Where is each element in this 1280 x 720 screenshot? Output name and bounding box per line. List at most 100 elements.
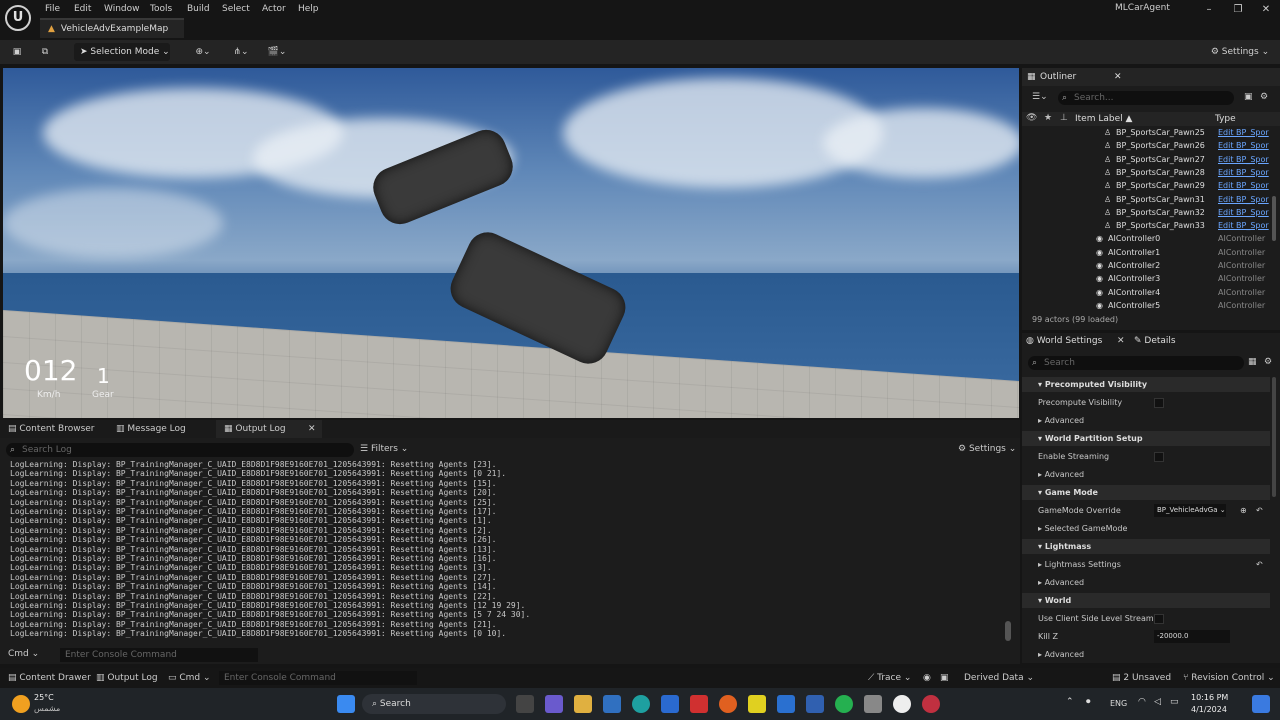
clock-time[interactable]: 10:16 PM [1191,693,1228,702]
item-type-link[interactable]: Edit BP_Spor [1218,166,1269,179]
browse-icon[interactable]: ⊕ [1240,503,1247,518]
record-icon[interactable]: ◉ [923,668,931,688]
kill-z-input[interactable]: -20000.0 [1154,630,1230,643]
battery-icon[interactable]: ▭ [1170,697,1179,707]
unreal-logo-icon[interactable]: U [5,5,31,31]
menu-actor[interactable]: Actor [262,2,286,16]
list-item[interactable]: ◉ AIController1 AIController [1022,246,1280,259]
details-search-input[interactable]: ⌕ Search [1028,356,1244,370]
star-icon[interactable]: ★ [1044,113,1052,123]
gear-icon[interactable]: ⚙ [1260,92,1268,102]
row-advanced[interactable]: ▸ Advanced [1022,467,1270,482]
status-cmd-dropdown[interactable]: ▭ Cmd ⌄ [168,668,211,688]
task-view-icon[interactable] [516,695,534,713]
language-indicator[interactable]: ENG [1110,699,1127,708]
log-scrollbar[interactable] [1005,621,1011,641]
windows-start-icon[interactable] [337,695,355,713]
row-lightmass-settings[interactable]: ▸ Lightmass Settings ↶ [1022,557,1270,572]
volume-icon[interactable]: ◁ [1154,697,1161,707]
client-streaming-checkbox[interactable] [1154,614,1164,624]
row-advanced[interactable]: ▸ Advanced [1022,575,1270,590]
file-explorer-icon[interactable] [574,695,592,713]
whatsapp-icon[interactable] [835,695,853,713]
tab-level-map[interactable]: ▲ VehicleAdvExampleMap [40,18,184,38]
list-item[interactable]: ♙ BP_SportsCar_Pawn32 Edit BP_Spor [1022,206,1280,219]
item-type-link[interactable]: Edit BP_Spor [1218,153,1269,166]
menu-help[interactable]: Help [298,2,319,16]
wifi-icon[interactable]: ◠ [1138,697,1146,707]
outliner-search-input[interactable]: ⌕ Search... [1058,91,1234,105]
unreal-taskbar-icon[interactable] [893,695,911,713]
console-command-input[interactable]: Enter Console Command [60,648,258,662]
maximize-icon[interactable]: ❐ [1227,1,1249,19]
clock-date[interactable]: 4/1/2024 [1191,705,1227,714]
calculator-icon[interactable] [864,695,882,713]
col-item-label[interactable]: Item Label ▲ [1075,114,1132,124]
tab-content-browser[interactable]: ▤ Content Browser [0,420,105,438]
pin-icon[interactable]: ⊥ [1060,113,1068,123]
menu-file[interactable]: File [45,2,60,16]
gear-icon[interactable]: ⚙ [1264,357,1272,367]
row-advanced[interactable]: ▸ Advanced [1022,647,1270,662]
list-item[interactable]: ◉ AIController5 AIController [1022,299,1280,310]
list-item[interactable]: ◉ AIController4 AIController [1022,286,1280,299]
list-item[interactable]: ◉ AIController3 AIController [1022,272,1280,285]
microphone-icon[interactable]: ⏺ [1086,697,1091,707]
visibility-icon[interactable]: 👁 [1026,113,1037,123]
snapshot-icon[interactable]: ▣ [940,668,949,688]
list-item[interactable]: ♙ BP_SportsCar_Pawn33 Edit BP_Spor [1022,219,1280,232]
reset-icon[interactable]: ↶ [1256,503,1263,518]
settings-button[interactable]: ⚙ Settings ⌄ [1208,43,1272,61]
filter-dropdown-icon[interactable]: ☰⌄ [1032,92,1048,102]
close-tab-icon[interactable]: ✕ [308,420,316,438]
list-item[interactable]: ♙ BP_SportsCar_Pawn25 Edit BP_Spor [1022,126,1280,139]
menu-tools[interactable]: Tools [150,2,172,16]
list-item[interactable]: ♙ BP_SportsCar_Pawn26 Edit BP_Spor [1022,139,1280,152]
list-item[interactable]: ♙ BP_SportsCar_Pawn27 Edit BP_Spor [1022,153,1280,166]
menu-edit[interactable]: Edit [74,2,91,16]
add-folder-icon[interactable]: ▣ [1244,92,1253,102]
item-type-link[interactable]: Edit BP_Spor [1218,193,1269,206]
firefox-icon[interactable] [719,695,737,713]
add-actor-icon[interactable]: ⊕⌄ [190,43,216,61]
outliner-scrollbar[interactable] [1272,196,1276,241]
enable-streaming-checkbox[interactable] [1154,452,1164,462]
mail-icon[interactable] [661,695,679,713]
output-log-button[interactable]: ▥ Output Log [96,668,158,688]
revision-control-button[interactable]: ⑂ Revision Control ⌄ [1183,668,1275,688]
close-icon[interactable]: ✕ [1255,1,1277,19]
meet-icon[interactable] [545,695,563,713]
section-world[interactable]: ▾ World [1022,593,1270,608]
save-icon[interactable]: ▣ [8,43,26,61]
content-drawer-button[interactable]: ▤ Content Drawer [8,668,91,688]
tab-output-log[interactable]: ▦ Output Log ✕ [216,420,322,438]
app-icon[interactable] [690,695,708,713]
menu-select[interactable]: Select [222,2,250,16]
blueprint-icon[interactable]: ⋔⌄ [228,43,254,61]
list-item[interactable]: ♙ BP_SportsCar_Pawn28 Edit BP_Spor [1022,166,1280,179]
section-world-partition[interactable]: ▾ World Partition Setup [1022,431,1270,446]
unsaved-button[interactable]: ▤ 2 Unsaved [1112,668,1171,688]
item-type-link[interactable]: Edit BP_Spor [1218,179,1269,192]
content-icon[interactable]: ⧉ [36,43,54,61]
gamemode-dropdown[interactable]: BP_VehicleAdvGa ⌄ [1154,504,1226,517]
item-type-link[interactable]: Edit BP_Spor [1218,139,1269,152]
log-settings-button[interactable]: ⚙ Settings ⌄ [958,444,1016,454]
notes-icon[interactable] [748,695,766,713]
tab-world-settings[interactable]: ◍ World Settings [1026,336,1102,346]
app-icon[interactable] [806,695,824,713]
copilot-icon[interactable] [1252,695,1270,713]
menu-window[interactable]: Window [104,2,140,16]
list-item[interactable]: ♙ BP_SportsCar_Pawn31 Edit BP_Spor [1022,193,1280,206]
section-game-mode[interactable]: ▾ Game Mode [1022,485,1270,500]
cmd-dropdown[interactable]: Cmd ⌄ [8,649,39,659]
tab-details[interactable]: ✎ Details [1134,336,1176,346]
menu-build[interactable]: Build [187,2,210,16]
tab-message-log[interactable]: ▥ Message Log [108,420,213,438]
derived-data-button[interactable]: Derived Data ⌄ [964,668,1034,688]
close-icon[interactable]: ✕ [1117,336,1125,346]
section-precomputed-visibility[interactable]: ▾ Precomputed Visibility [1022,377,1270,392]
section-lightmass[interactable]: ▾ Lightmass [1022,539,1270,554]
edge-icon[interactable] [632,695,650,713]
level-viewport[interactable]: 012 Km/h 1 Gear [3,68,1019,418]
